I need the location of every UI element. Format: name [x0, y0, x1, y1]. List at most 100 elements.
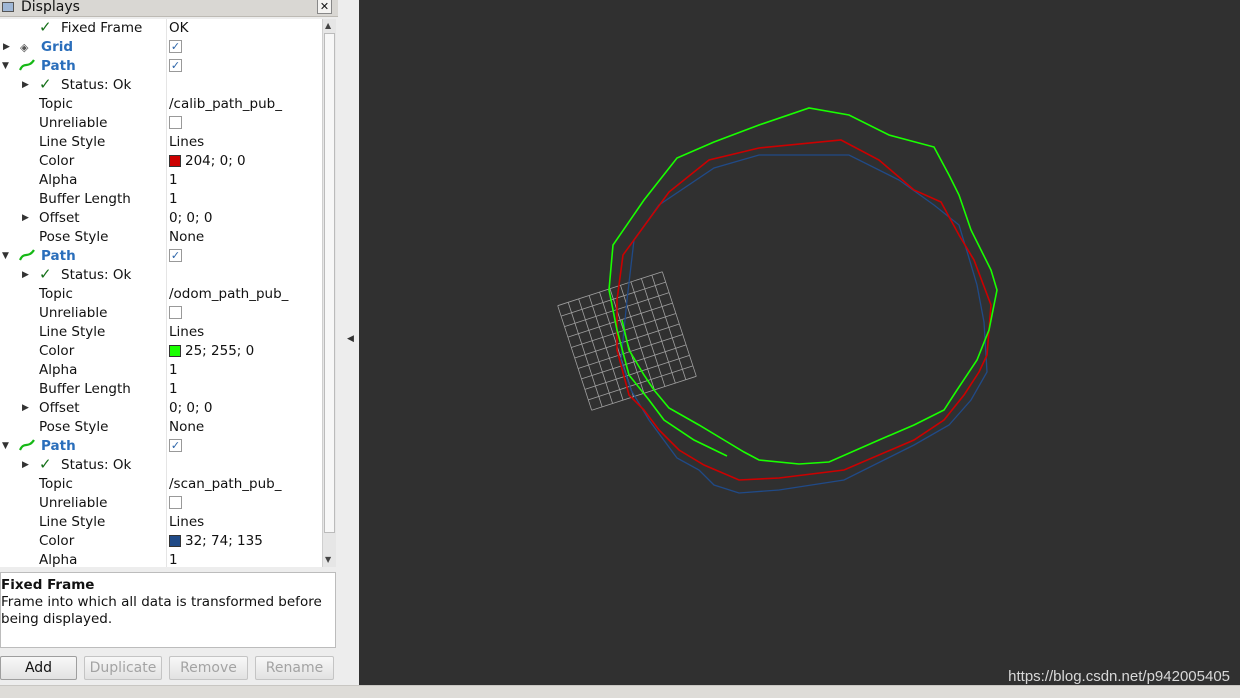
- 3d-viewport[interactable]: https://blog.csdn.net/p942005405: [359, 0, 1240, 685]
- expand-arrow-icon[interactable]: ▶: [22, 266, 29, 285]
- color-value[interactable]: 204; 0; 0: [169, 152, 246, 171]
- status-ok-check-icon: ✓: [39, 75, 52, 93]
- tree-row-offset[interactable]: ▶ Offset 0; 0; 0: [0, 399, 322, 418]
- row-value[interactable]: 1: [169, 190, 178, 209]
- row-label: Color: [39, 533, 75, 549]
- row-value[interactable]: None: [169, 228, 204, 247]
- row-label: Path: [41, 58, 76, 74]
- enable-checkbox[interactable]: ✓: [169, 249, 182, 262]
- tree-row-unreliable[interactable]: Unreliable: [0, 114, 322, 133]
- row-label: Buffer Length: [39, 191, 131, 207]
- tree-row-color[interactable]: Color 32; 74; 135: [0, 532, 322, 551]
- row-label: Pose Style: [39, 229, 109, 245]
- tree-row-alpha[interactable]: Alpha 1: [0, 361, 322, 380]
- panel-splitter[interactable]: ◀: [340, 0, 360, 685]
- collapse-arrow-icon[interactable]: ▼: [2, 437, 9, 456]
- row-label: Topic: [39, 286, 73, 302]
- row-label: Offset: [39, 400, 80, 416]
- add-button[interactable]: Add: [0, 656, 77, 680]
- scroll-up-arrow-icon[interactable]: ▲: [325, 21, 331, 30]
- tree-row-offset[interactable]: ▶ Offset 0; 0; 0: [0, 209, 322, 228]
- scrollbar-thumb[interactable]: [324, 33, 335, 533]
- enable-checkbox[interactable]: ✓: [169, 439, 182, 452]
- color-value[interactable]: 32; 74; 135: [169, 532, 263, 551]
- duplicate-button[interactable]: Duplicate: [84, 656, 162, 680]
- row-label: Path: [41, 248, 76, 264]
- row-value[interactable]: None: [169, 418, 204, 437]
- expand-arrow-icon[interactable]: ▶: [22, 209, 29, 228]
- expand-arrow-icon[interactable]: ▶: [22, 76, 29, 95]
- tree-row-color[interactable]: Color 204; 0; 0: [0, 152, 322, 171]
- tree-row-grid[interactable]: ▶ ◈ Grid ✓: [0, 38, 322, 57]
- enable-checkbox[interactable]: ✓: [169, 59, 182, 72]
- scroll-down-arrow-icon[interactable]: ▼: [325, 555, 331, 564]
- row-value[interactable]: 0; 0; 0: [169, 399, 212, 418]
- row-value[interactable]: Lines: [169, 323, 204, 342]
- row-value[interactable]: 1: [169, 551, 178, 567]
- tree-row-path[interactable]: ▼ Path ✓: [0, 247, 322, 266]
- row-value[interactable]: 0; 0; 0: [169, 209, 212, 228]
- tree-row-buffer-length[interactable]: Buffer Length 1: [0, 190, 322, 209]
- row-label: Status: Ok: [61, 77, 132, 93]
- row-label: Offset: [39, 210, 80, 226]
- unreliable-checkbox[interactable]: [169, 306, 182, 319]
- row-label: Status: Ok: [61, 457, 132, 473]
- tree-row-fixed-frame[interactable]: ✓ Fixed Frame OK: [0, 19, 322, 38]
- color-value[interactable]: 25; 255; 0: [169, 342, 254, 361]
- tree-row-alpha[interactable]: Alpha 1: [0, 171, 322, 190]
- color-swatch: [169, 535, 181, 547]
- row-value[interactable]: 1: [169, 361, 178, 380]
- tree-row-line-style[interactable]: Line Style Lines: [0, 133, 322, 152]
- row-value[interactable]: 1: [169, 171, 178, 190]
- unreliable-checkbox[interactable]: [169, 116, 182, 129]
- row-label: Line Style: [39, 324, 106, 340]
- description-title: Fixed Frame: [1, 577, 95, 593]
- unreliable-checkbox[interactable]: [169, 496, 182, 509]
- expand-arrow-icon[interactable]: ▶: [22, 456, 29, 475]
- tree-row-unreliable[interactable]: Unreliable: [0, 494, 322, 513]
- remove-button[interactable]: Remove: [169, 656, 248, 680]
- row-label: Color: [39, 153, 75, 169]
- enable-checkbox[interactable]: ✓: [169, 40, 182, 53]
- property-description: Fixed Frame Frame into which all data is…: [0, 572, 336, 648]
- tree-row-alpha[interactable]: Alpha 1: [0, 551, 322, 567]
- row-label: Fixed Frame: [61, 20, 143, 36]
- row-value[interactable]: Lines: [169, 513, 204, 532]
- expand-arrow-icon[interactable]: ▶: [22, 399, 29, 418]
- tree-row-pose-style[interactable]: Pose Style None: [0, 228, 322, 247]
- tree-row-status[interactable]: ▶ ✓ Status: Ok: [0, 265, 322, 285]
- tree-row-pose-style[interactable]: Pose Style None: [0, 418, 322, 437]
- row-value[interactable]: /scan_path_pub_: [169, 475, 281, 494]
- tree-row-line-style[interactable]: Line Style Lines: [0, 323, 322, 342]
- row-label: Line Style: [39, 514, 106, 530]
- tree-row-buffer-length[interactable]: Buffer Length 1: [0, 380, 322, 399]
- expand-arrow-icon[interactable]: ▶: [3, 38, 10, 57]
- tree-row-path[interactable]: ▼ Path ✓: [0, 437, 322, 456]
- row-value[interactable]: 1: [169, 380, 178, 399]
- row-label: Topic: [39, 96, 73, 112]
- tree-row-color[interactable]: Color 25; 255; 0: [0, 342, 322, 361]
- description-text: Frame into which all data is transformed…: [1, 594, 322, 627]
- row-value[interactable]: Lines: [169, 133, 204, 152]
- row-label: Alpha: [39, 172, 78, 188]
- tree-row-status[interactable]: ▶ ✓ Status: Ok: [0, 455, 322, 475]
- tree-row-unreliable[interactable]: Unreliable: [0, 304, 322, 323]
- row-label: Unreliable: [39, 305, 108, 321]
- viewport-canvas[interactable]: [359, 0, 1240, 685]
- row-value[interactable]: /calib_path_pub_: [169, 95, 282, 114]
- tree-row-path[interactable]: ▼ Path ✓: [0, 57, 322, 76]
- rename-button[interactable]: Rename: [255, 656, 334, 680]
- collapse-arrow-icon[interactable]: ▼: [2, 57, 9, 76]
- status-bar: [0, 685, 1240, 698]
- tree-row-status[interactable]: ▶ ✓ Status: Ok: [0, 75, 322, 95]
- row-value[interactable]: /odom_path_pub_: [169, 285, 288, 304]
- tree-row-topic[interactable]: Topic /odom_path_pub_: [0, 285, 322, 304]
- collapse-panel-arrow-icon[interactable]: ◀: [347, 334, 354, 344]
- collapse-arrow-icon[interactable]: ▼: [2, 247, 9, 266]
- tree-row-topic[interactable]: Topic /calib_path_pub_: [0, 95, 322, 114]
- tree-row-topic[interactable]: Topic /scan_path_pub_: [0, 475, 322, 494]
- close-button[interactable]: ✕: [317, 0, 332, 14]
- tree-row-line-style[interactable]: Line Style Lines: [0, 513, 322, 532]
- tree-scrollbar[interactable]: ▲ ▼: [322, 19, 336, 567]
- status-ok-check-icon: ✓: [39, 455, 52, 473]
